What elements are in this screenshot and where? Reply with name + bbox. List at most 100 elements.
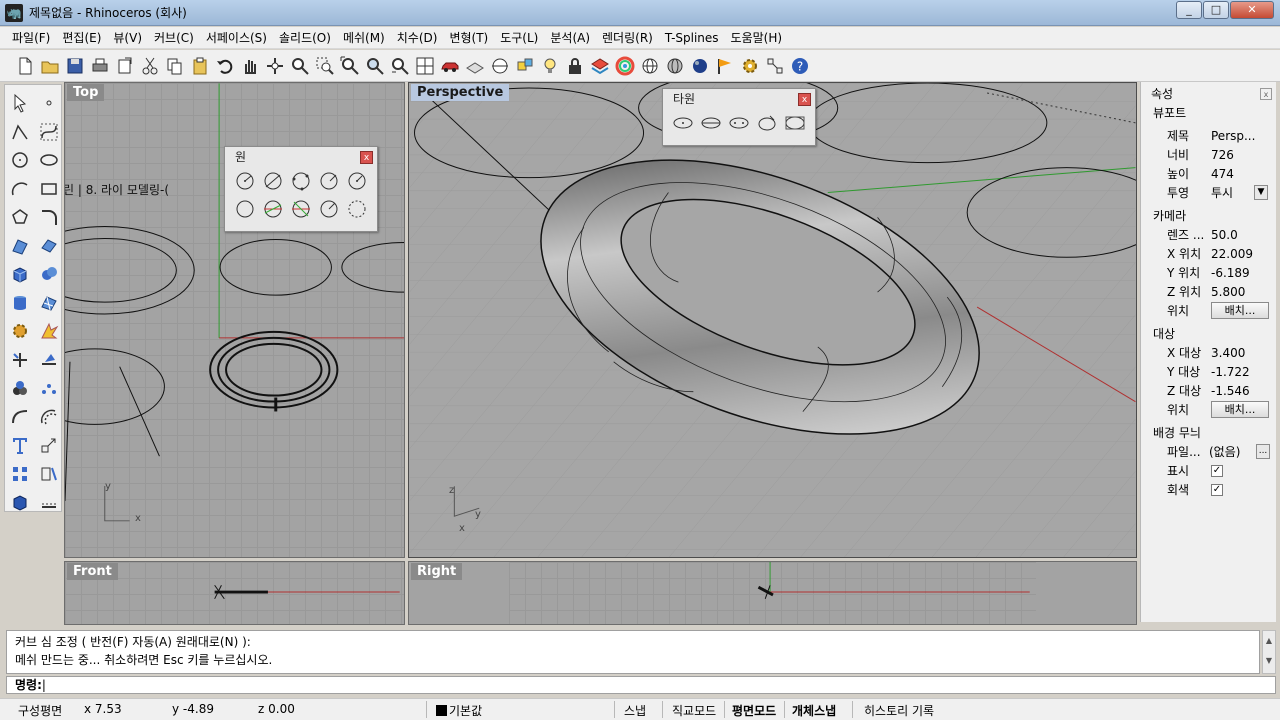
color-wheel-icon[interactable] xyxy=(612,53,637,79)
menu-edit[interactable]: 편집(E) xyxy=(56,27,107,49)
prop-value[interactable]: 22.009 xyxy=(1207,247,1276,261)
undo-view-icon[interactable] xyxy=(387,53,412,79)
ellipse-center-icon[interactable] xyxy=(671,111,695,135)
bg-file-browse-button[interactable]: ... xyxy=(1256,444,1270,459)
target-place-button[interactable]: 배치... xyxy=(1211,401,1269,418)
points-on-icon[interactable] xyxy=(34,374,63,403)
render-sphere-icon[interactable] xyxy=(687,53,712,79)
circle-vertical-icon[interactable] xyxy=(345,169,369,193)
bg-gray-checkbox[interactable]: ✓ xyxy=(1211,483,1223,496)
circle-tangent-three-icon[interactable] xyxy=(289,197,313,221)
scale-icon[interactable] xyxy=(34,431,63,460)
prop-value[interactable]: -1.722 xyxy=(1207,365,1276,379)
text-tool-icon[interactable] xyxy=(5,431,34,460)
minimize-button[interactable]: _ xyxy=(1176,1,1202,19)
status-cplane[interactable]: 구성평면 xyxy=(18,702,62,719)
menu-dimension[interactable]: 치수(D) xyxy=(391,27,444,49)
help-icon[interactable]: ? xyxy=(787,53,812,79)
maximize-button[interactable]: □ xyxy=(1203,1,1229,19)
zoom-selected-icon[interactable] xyxy=(362,53,387,79)
prop-value[interactable]: 474 xyxy=(1207,167,1276,181)
wireframe-sphere-icon[interactable] xyxy=(637,53,662,79)
circle-diameter-icon[interactable] xyxy=(261,169,285,193)
new-file-icon[interactable] xyxy=(12,53,37,79)
dimension-icon[interactable] xyxy=(34,460,63,489)
scroll-down-icon[interactable]: ▼ xyxy=(1263,651,1275,671)
ellipse-palette[interactable]: 타원 x xyxy=(662,88,816,146)
explode-icon[interactable] xyxy=(34,317,63,346)
flag-icon[interactable] xyxy=(712,53,737,79)
circle-tool-icon[interactable] xyxy=(5,146,34,175)
options-gear-icon[interactable] xyxy=(737,53,762,79)
array-icon[interactable] xyxy=(5,460,34,489)
curve-cv-icon[interactable] xyxy=(34,118,63,147)
viewport-perspective[interactable]: Perspective z y x xyxy=(408,82,1137,558)
grid-snap-icon[interactable] xyxy=(762,53,787,79)
status-planar-toggle[interactable]: 평면모드 xyxy=(732,702,776,719)
menu-analyze[interactable]: 분석(A) xyxy=(544,27,596,49)
polyline-icon[interactable] xyxy=(5,118,34,147)
circle-three-point-icon[interactable] xyxy=(289,169,313,193)
offset-curve-icon[interactable] xyxy=(34,403,63,432)
circle-tangent-icon[interactable] xyxy=(317,169,341,193)
status-osnap-toggle[interactable]: 개체스냅 xyxy=(792,702,836,719)
cylinder-solid-icon[interactable] xyxy=(5,289,34,318)
menu-view[interactable]: 뷰(V) xyxy=(107,27,148,49)
save-icon[interactable] xyxy=(62,53,87,79)
trim-icon[interactable] xyxy=(5,346,34,375)
viewport-label-front[interactable]: Front xyxy=(67,563,118,580)
scroll-up-icon[interactable]: ▲ xyxy=(1263,631,1275,651)
select-arrow-icon[interactable] xyxy=(5,89,34,118)
menu-surface[interactable]: 서페이스(S) xyxy=(200,27,273,49)
ellipse-diameter-icon[interactable] xyxy=(699,111,723,135)
menu-help[interactable]: 도움말(H) xyxy=(725,27,789,49)
close-button[interactable]: ✕ xyxy=(1230,1,1274,19)
viewport-right[interactable]: Right xyxy=(408,561,1137,625)
transform-gear-icon[interactable] xyxy=(5,317,34,346)
render-box-icon[interactable] xyxy=(5,488,34,517)
prop-value[interactable]: 5.800 xyxy=(1207,285,1276,299)
prop-value[interactable]: -1.546 xyxy=(1207,384,1276,398)
layer-icon[interactable] xyxy=(587,53,612,79)
ellipse-around-curve-icon[interactable] xyxy=(783,111,807,135)
four-viewports-icon[interactable] xyxy=(412,53,437,79)
light-bulb-icon[interactable] xyxy=(537,53,562,79)
point-icon[interactable] xyxy=(34,89,63,118)
menu-mesh[interactable]: 메쉬(M) xyxy=(337,27,391,49)
arc-tool-icon[interactable] xyxy=(5,175,34,204)
osnap-icon[interactable] xyxy=(487,53,512,79)
undo-icon[interactable] xyxy=(212,53,237,79)
camera-place-button[interactable]: 배치... xyxy=(1211,302,1269,319)
menu-render[interactable]: 렌더링(R) xyxy=(596,27,659,49)
command-history-scrollbar[interactable]: ▲ ▼ xyxy=(1262,630,1276,674)
zoom-window-icon[interactable] xyxy=(312,53,337,79)
box-solid-icon[interactable] xyxy=(5,260,34,289)
polygon-tool-icon[interactable] xyxy=(5,203,34,232)
ellipse-foci-icon[interactable] xyxy=(727,111,751,135)
viewport-label-right[interactable]: Right xyxy=(411,563,463,580)
surface-extrude-icon[interactable] xyxy=(34,232,63,261)
circle-plain-icon[interactable] xyxy=(233,197,257,221)
export-icon[interactable] xyxy=(112,53,137,79)
prop-value[interactable]: 726 xyxy=(1207,148,1276,162)
status-history-toggle[interactable]: 히스토리 기록 xyxy=(864,702,934,719)
status-layer[interactable]: 기본값 xyxy=(436,702,482,719)
prop-value[interactable]: 50.0 xyxy=(1207,228,1276,242)
zoom-extents-icon[interactable] xyxy=(337,53,362,79)
select-filter-icon[interactable] xyxy=(512,53,537,79)
status-snap-toggle[interactable]: 스냅 xyxy=(624,702,646,719)
paste-icon[interactable] xyxy=(187,53,212,79)
copy-icon[interactable] xyxy=(162,53,187,79)
split-icon[interactable] xyxy=(34,346,63,375)
cplane-icon[interactable] xyxy=(462,53,487,79)
projection-dropdown-icon[interactable]: ▼ xyxy=(1254,185,1268,200)
circle-center-radius-icon[interactable] xyxy=(233,169,257,193)
car-render-icon[interactable] xyxy=(437,53,462,79)
mesh-tool-icon[interactable] xyxy=(34,289,63,318)
circle-around-curve-icon[interactable] xyxy=(317,197,341,221)
menu-tools[interactable]: 도구(L) xyxy=(494,27,544,49)
zoom-dynamic-icon[interactable] xyxy=(287,53,312,79)
circle-tangent-curves-icon[interactable] xyxy=(261,197,285,221)
cut-icon[interactable] xyxy=(137,53,162,79)
rotate-view-icon[interactable] xyxy=(262,53,287,79)
